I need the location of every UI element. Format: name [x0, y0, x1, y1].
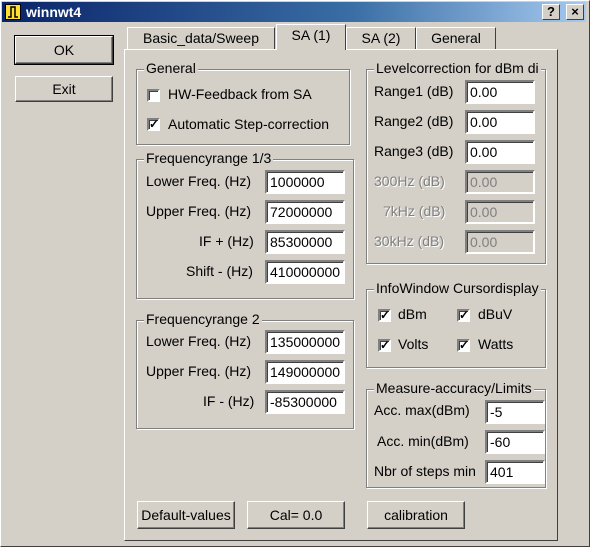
exit-button[interactable]: Exit	[15, 76, 113, 102]
default-values-button[interactable]: Default-values	[137, 501, 235, 529]
dbuv-checkbox[interactable]: ✓	[457, 309, 470, 322]
range1-if-input[interactable]: 85300000	[265, 230, 345, 254]
acc-max-input[interactable]: -5	[485, 400, 545, 424]
range2-lower-label: Lower Freq. (Hz)	[146, 333, 252, 349]
hw-feedback-label: HW-Feedback from SA	[168, 86, 312, 102]
hw-feedback-checkbox[interactable]	[147, 89, 160, 102]
f7khz-db-label: 7kHz (dB)	[383, 203, 446, 219]
range2-if-label: IF - (Hz)	[203, 393, 255, 409]
frequencyrange2-title: Frequencyrange 2	[144, 311, 262, 327]
range1-upper-label: Upper Freq. (Hz)	[146, 203, 252, 219]
range1-if-label: IF + (Hz)	[199, 233, 254, 249]
auto-step-checkbox[interactable]: ✓	[147, 118, 160, 131]
f300hz-db-label: 300Hz (dB)	[374, 173, 445, 189]
tab-general[interactable]: General	[416, 27, 496, 49]
range1-lower-label: Lower Freq. (Hz)	[146, 173, 252, 189]
general-group-title: General	[144, 60, 198, 76]
infowindow-group	[366, 289, 546, 368]
range3-db-label: Range3 (dB)	[374, 143, 454, 159]
help-button[interactable]: ?	[542, 4, 560, 20]
dbm-checkbox[interactable]: ✓	[378, 309, 391, 322]
tab-sa1[interactable]: SA (1)	[276, 24, 346, 50]
range3-db-input[interactable]: 0.00	[465, 140, 535, 164]
volts-checkbox[interactable]: ✓	[378, 339, 391, 352]
steps-min-label: Nbr of steps min	[374, 463, 476, 479]
range2-if-input[interactable]: -85300000	[265, 390, 345, 414]
frequencyrange1-title: Frequencyrange 1/3	[144, 150, 274, 166]
app-icon	[5, 4, 21, 20]
title-bar[interactable]: winnwt4 ? ×	[2, 2, 586, 22]
watts-checkbox[interactable]: ✓	[457, 339, 470, 352]
range2-db-input[interactable]: 0.00	[465, 110, 535, 134]
f30khz-db-input: 0.00	[465, 230, 535, 254]
range2-lower-input[interactable]: 135000000	[265, 330, 345, 354]
f300hz-db-input: 0.00	[465, 170, 535, 194]
dbm-label: dBm	[398, 306, 427, 322]
watts-label: Watts	[478, 336, 514, 352]
range1-db-label: Range1 (dB)	[374, 83, 454, 99]
f7khz-db-input: 0.00	[465, 200, 535, 224]
range1-shift-input[interactable]: 410000000	[265, 260, 345, 284]
dbuv-label: dBuV	[478, 306, 513, 322]
range1-upper-input[interactable]: 72000000	[265, 200, 345, 224]
tab-sa2[interactable]: SA (2)	[346, 27, 416, 49]
accuracy-title: Measure-accuracy/Limits	[374, 380, 534, 396]
cal-button[interactable]: Cal= 0.0	[247, 501, 345, 529]
f30khz-db-label: 30kHz (dB)	[374, 233, 445, 249]
close-button[interactable]: ×	[566, 4, 584, 20]
general-group	[136, 69, 350, 145]
range1-lower-input[interactable]: 1000000	[265, 170, 345, 194]
infowindow-title: InfoWindow Cursordisplay	[374, 280, 541, 296]
tab-basic-data[interactable]: Basic_data/Sweep	[127, 27, 275, 49]
range2-upper-label: Upper Freq. (Hz)	[146, 363, 252, 379]
calibration-button[interactable]: calibration	[367, 501, 465, 529]
ok-button[interactable]: OK	[14, 35, 114, 65]
range1-db-input[interactable]: 0.00	[465, 80, 535, 104]
range2-upper-input[interactable]: 149000000	[265, 360, 345, 384]
auto-step-label: Automatic Step-correction	[168, 116, 330, 132]
levelcorrection-title: Levelcorrection for dBm di	[374, 60, 541, 76]
steps-min-input[interactable]: 401	[485, 460, 545, 484]
range1-shift-label: Shift - (Hz)	[186, 263, 253, 279]
window-title: winnwt4	[26, 4, 82, 20]
range2-db-label: Range2 (dB)	[374, 113, 454, 129]
acc-max-label: Acc. max(dBm)	[374, 402, 470, 418]
volts-label: Volts	[398, 336, 429, 352]
acc-min-input[interactable]: -60	[485, 430, 545, 454]
acc-min-label: Acc. min(dBm)	[377, 433, 469, 449]
